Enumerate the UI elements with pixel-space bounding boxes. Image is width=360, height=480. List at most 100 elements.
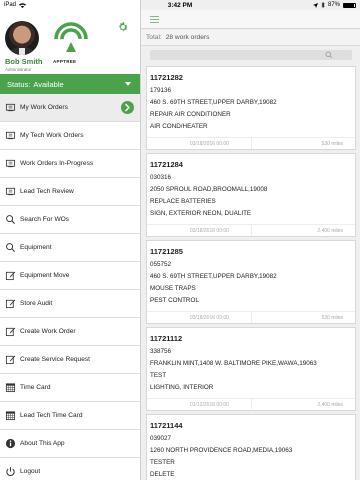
- work-order-card[interactable]: 11721285 055752 460 S. 69TH STREET,UPPER D…: [146, 240, 356, 324]
- store-number: 039027: [150, 435, 172, 442]
- description: REPAIR AIR CONDITIONER: [150, 111, 231, 118]
- address: 460 S. 69TH STREET,UPPER DARBY,19082: [150, 99, 277, 106]
- bluetooth-icon: [321, 2, 325, 8]
- sidebar-item-my-work-orders[interactable]: My Work Orders: [0, 94, 140, 122]
- total-row: Total: 28 work orders: [141, 30, 360, 46]
- work-order-card[interactable]: 11721144 039027 1260 NORTH PROVIDENCE ROAD…: [146, 414, 356, 480]
- sidebar-item-equipment[interactable]: Equipment: [0, 234, 140, 262]
- status-label: Status:: [7, 79, 31, 89]
- avatar[interactable]: [5, 21, 39, 55]
- work-order-date: 03/18/2016 00:00: [190, 315, 229, 321]
- sidebar-item-about-this-app[interactable]: About This App: [0, 430, 140, 458]
- work-order-number: 11721282: [150, 73, 183, 82]
- avatar-collar: [19, 48, 25, 55]
- search-input[interactable]: [150, 50, 352, 60]
- sidebar-item-label: Lead Tech Review: [20, 188, 74, 195]
- work-order-date: 01/12/2016 00:00: [190, 402, 229, 408]
- hamburger-menu-icon[interactable]: [150, 16, 159, 23]
- power-icon: [5, 466, 16, 477]
- meta-divider: [251, 225, 252, 236]
- work-orders-panel: Total: 28 work orders 11721282 179136 460 …: [140, 0, 360, 480]
- availability-status-dropdown[interactable]: Status: Available: [0, 74, 140, 94]
- sidebar-item-work-orders-in-progress[interactable]: Work Orders In-Progress: [0, 150, 140, 178]
- work-order-card[interactable]: 11721282 179136 460 S. 69TH STREET,UPPER D…: [146, 66, 356, 150]
- sidebar-item-label: Equipment: [20, 244, 52, 251]
- meta-divider: [251, 399, 252, 410]
- category: PEST CONTROL: [150, 297, 199, 304]
- work-order-card[interactable]: 11721284 030316 2050 SPROUL ROAD,BROOMALL,…: [146, 153, 356, 237]
- sidebar-item-label: Equipment Move: [20, 272, 70, 279]
- category: DELETE: [150, 471, 175, 478]
- calendar-icon: [5, 410, 16, 421]
- sidebar-item-logout[interactable]: Logout: [0, 458, 140, 480]
- work-order-date: 03/18/2016 00:00: [190, 228, 229, 234]
- sidebar-item-label: Create Work Order: [20, 328, 76, 335]
- edit-icon: [5, 326, 16, 337]
- sidebar-item-time-card[interactable]: Time Card: [0, 374, 140, 402]
- category: LIGHTING, INTERIOR: [150, 384, 214, 391]
- address: 1260 NORTH PROVIDENCE ROAD,MEDIA,19063: [150, 447, 293, 454]
- calendar-icon: [5, 382, 16, 393]
- battery-percent: 87%: [327, 2, 340, 8]
- sidebar-item-label: Create Service Request: [20, 356, 91, 363]
- sidebar-item-label: My Tech Work Orders: [20, 132, 84, 139]
- sidebar-item-lead-tech-review[interactable]: Lead Tech Review: [0, 178, 140, 206]
- clipboard-icon: [5, 158, 16, 169]
- work-order-meta: 03/18/2016 00:00 530 miles: [147, 311, 355, 323]
- search-bar: [141, 47, 360, 65]
- work-order-meta: 03/18/2016 00:00 530 miles: [147, 137, 355, 149]
- clipboard-icon: [5, 102, 16, 113]
- work-order-card[interactable]: 11721112 338756 FRANKLIN MINT,1408 W. BALT…: [146, 327, 356, 411]
- address: 2050 SPROUL ROAD,BROOMALL,19008: [150, 186, 268, 193]
- sidebar-item-my-tech-work-orders[interactable]: My Tech Work Orders: [0, 122, 140, 150]
- chevron-down-icon: [125, 82, 131, 86]
- sidebar-item-lead-tech-time-card[interactable]: Lead Tech Time Card: [0, 402, 140, 430]
- profile-role: Administrator: [5, 67, 32, 72]
- sidebar-item-label: Time Card: [20, 384, 51, 391]
- top-nav-bar: [141, 10, 360, 29]
- work-order-meta: 03/18/2016 00:00 2,400 miles: [147, 224, 355, 236]
- total-value: 28 work orders: [165, 34, 210, 41]
- edit-icon: [5, 298, 16, 309]
- chevron-right-icon[interactable]: [121, 101, 134, 114]
- description: MOUSE TRAPS: [150, 285, 196, 292]
- edit-icon: [5, 270, 16, 281]
- description: TEST: [150, 372, 167, 379]
- settings-gear-icon[interactable]: [117, 21, 129, 33]
- status-bar-left: iPad: [4, 2, 27, 8]
- battery-fill: [344, 3, 354, 7]
- edit-icon: [5, 354, 16, 365]
- sidebar-item-create-service-request[interactable]: Create Service Request: [0, 346, 140, 374]
- profile-name: Bob Smith: [5, 57, 43, 66]
- work-order-distance: 2,400 miles: [317, 228, 343, 234]
- status-bar-right: 87%: [312, 2, 356, 8]
- sidebar-item-store-audit[interactable]: Store Audit: [0, 290, 140, 318]
- address: 460 S. 69TH STREET,UPPER DARBY,19082: [150, 273, 277, 280]
- sidebar-item-label: Store Audit: [20, 300, 53, 307]
- work-order-number: 11721144: [150, 421, 183, 430]
- meta-divider: [251, 312, 252, 323]
- work-order-distance: 2,400 miles: [317, 402, 343, 408]
- sidebar-item-label: Logout: [20, 468, 41, 475]
- clipboard-icon: [5, 130, 16, 141]
- info-icon: [5, 438, 16, 449]
- status-time: 3:42 PM: [167, 1, 193, 9]
- sidebar-item-equipment-move[interactable]: Equipment Move: [0, 262, 140, 290]
- meta-divider: [251, 138, 252, 149]
- sidebar: Bob Smith Administrator APPTREE Status: …: [0, 0, 140, 480]
- store-number: 055752: [150, 261, 172, 268]
- ios-status-bar: iPad 3:42 PM 87%: [0, 0, 360, 10]
- work-order-meta: 01/12/2016 00:00 2,400 miles: [147, 398, 355, 410]
- clipboard-icon: [5, 186, 16, 197]
- sidebar-item-label: My Work Orders: [20, 104, 68, 111]
- device-label: iPad: [4, 2, 17, 8]
- total-label: Total:: [146, 34, 162, 41]
- sidebar-item-label: Work Orders In-Progress: [20, 160, 94, 167]
- logo-text: APPTREE: [53, 59, 77, 64]
- sidebar-item-search-for-wos[interactable]: Search For WOs: [0, 206, 140, 234]
- sidebar-item-label: Search For WOs: [20, 216, 70, 223]
- category: AIR COND/HEATER: [150, 123, 208, 130]
- sidebar-item-label: Lead Tech Time Card: [20, 412, 83, 419]
- sidebar-item-create-work-order[interactable]: Create Work Order: [0, 318, 140, 346]
- work-order-number: 11721285: [150, 247, 183, 256]
